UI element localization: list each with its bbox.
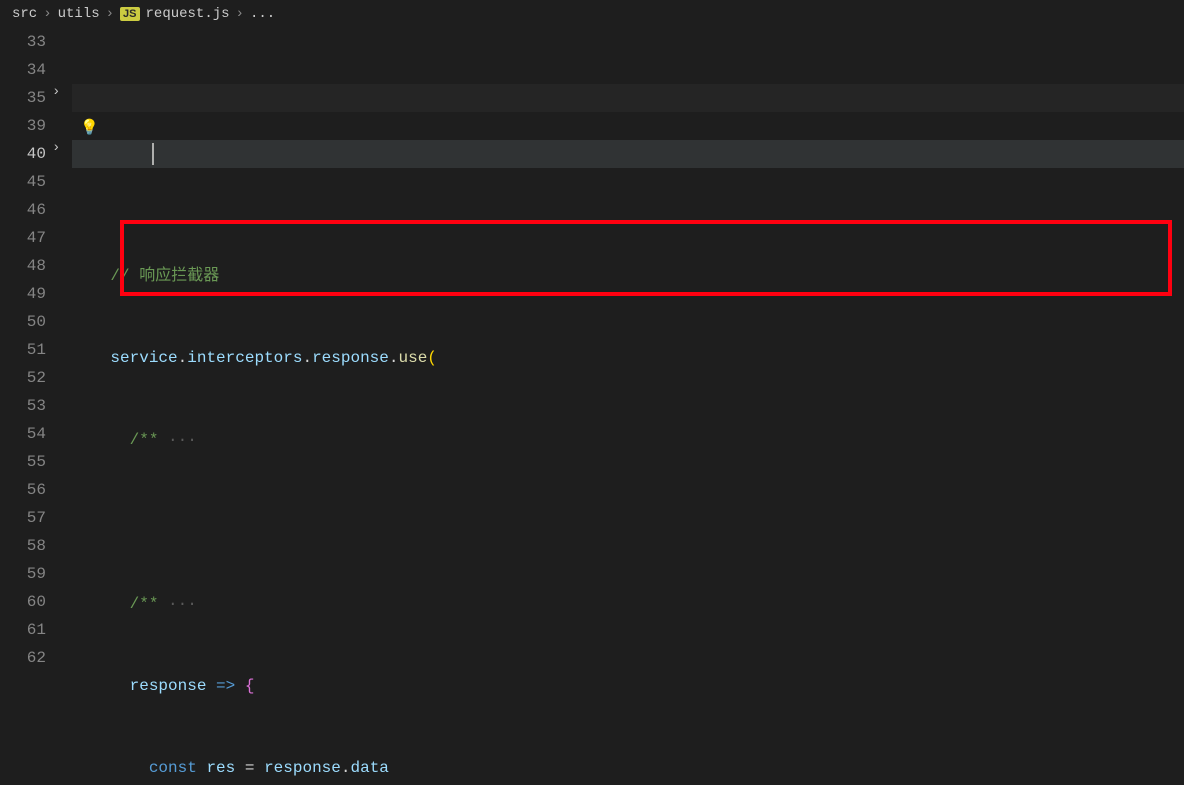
line-number: 46 (0, 196, 46, 224)
code-line[interactable]: const res = response.data (72, 754, 1184, 782)
breadcrumb-sep-icon: › (236, 6, 244, 22)
line-number: 49 (0, 280, 46, 308)
line-number: 57 (0, 504, 46, 532)
line-number: 51 (0, 336, 46, 364)
folded-region-bg (72, 84, 1184, 112)
line-number: 50 (0, 308, 46, 336)
line-number: 34 (0, 56, 46, 84)
code-editor[interactable]: 33 34 35 39 40 45 46 47 48 49 50 51 52 5… (0, 28, 1184, 785)
line-number: 61 (0, 616, 46, 644)
line-number-gutter: 33 34 35 39 40 45 46 47 48 49 50 51 52 5… (0, 28, 72, 785)
lightbulb-icon[interactable]: 💡 (80, 118, 99, 137)
line-number: 55 (0, 448, 46, 476)
fold-collapsed-icon[interactable]: › (52, 140, 60, 156)
code-line[interactable]: response => { (72, 672, 1184, 700)
breadcrumb-file[interactable]: request.js (146, 6, 230, 22)
line-number: 58 (0, 532, 46, 560)
line-number: 62 (0, 644, 46, 672)
line-number: 53 (0, 392, 46, 420)
code-line[interactable]: service.interceptors.response.use( (72, 344, 1184, 372)
breadcrumb-sep-icon: › (106, 6, 114, 22)
breadcrumb-sep-icon: › (43, 6, 51, 22)
breadcrumb: src › utils › JS request.js › ... (0, 0, 1184, 28)
line-number: 59 (0, 560, 46, 588)
text-cursor (152, 143, 154, 165)
line-number: 33 (0, 28, 46, 56)
line-number: 35 (0, 84, 46, 112)
line-number: 54 (0, 420, 46, 448)
line-number: 56 (0, 476, 46, 504)
code-area[interactable]: 💡 // 响应拦截器 service.interceptors.response… (72, 28, 1184, 785)
line-number: 48 (0, 252, 46, 280)
breadcrumb-seg-src[interactable]: src (12, 6, 37, 22)
line-number: 39 (0, 112, 46, 140)
breadcrumb-tail[interactable]: ... (250, 6, 275, 22)
line-number: 47 (0, 224, 46, 252)
line-number-current: 40 (0, 140, 46, 168)
fold-collapsed-icon[interactable]: › (52, 84, 60, 100)
line-number: 45 (0, 168, 46, 196)
js-file-icon: JS (120, 7, 139, 21)
line-number: 60 (0, 588, 46, 616)
folded-region-bg (72, 140, 1184, 168)
breadcrumb-seg-utils[interactable]: utils (58, 6, 100, 22)
code-line-folded[interactable]: /** ··· (72, 426, 1184, 454)
code-line[interactable]: // 响应拦截器 (72, 262, 1184, 290)
code-line[interactable] (72, 508, 1184, 536)
line-number: 52 (0, 364, 46, 392)
code-line-folded[interactable]: /** ··· (72, 590, 1184, 618)
